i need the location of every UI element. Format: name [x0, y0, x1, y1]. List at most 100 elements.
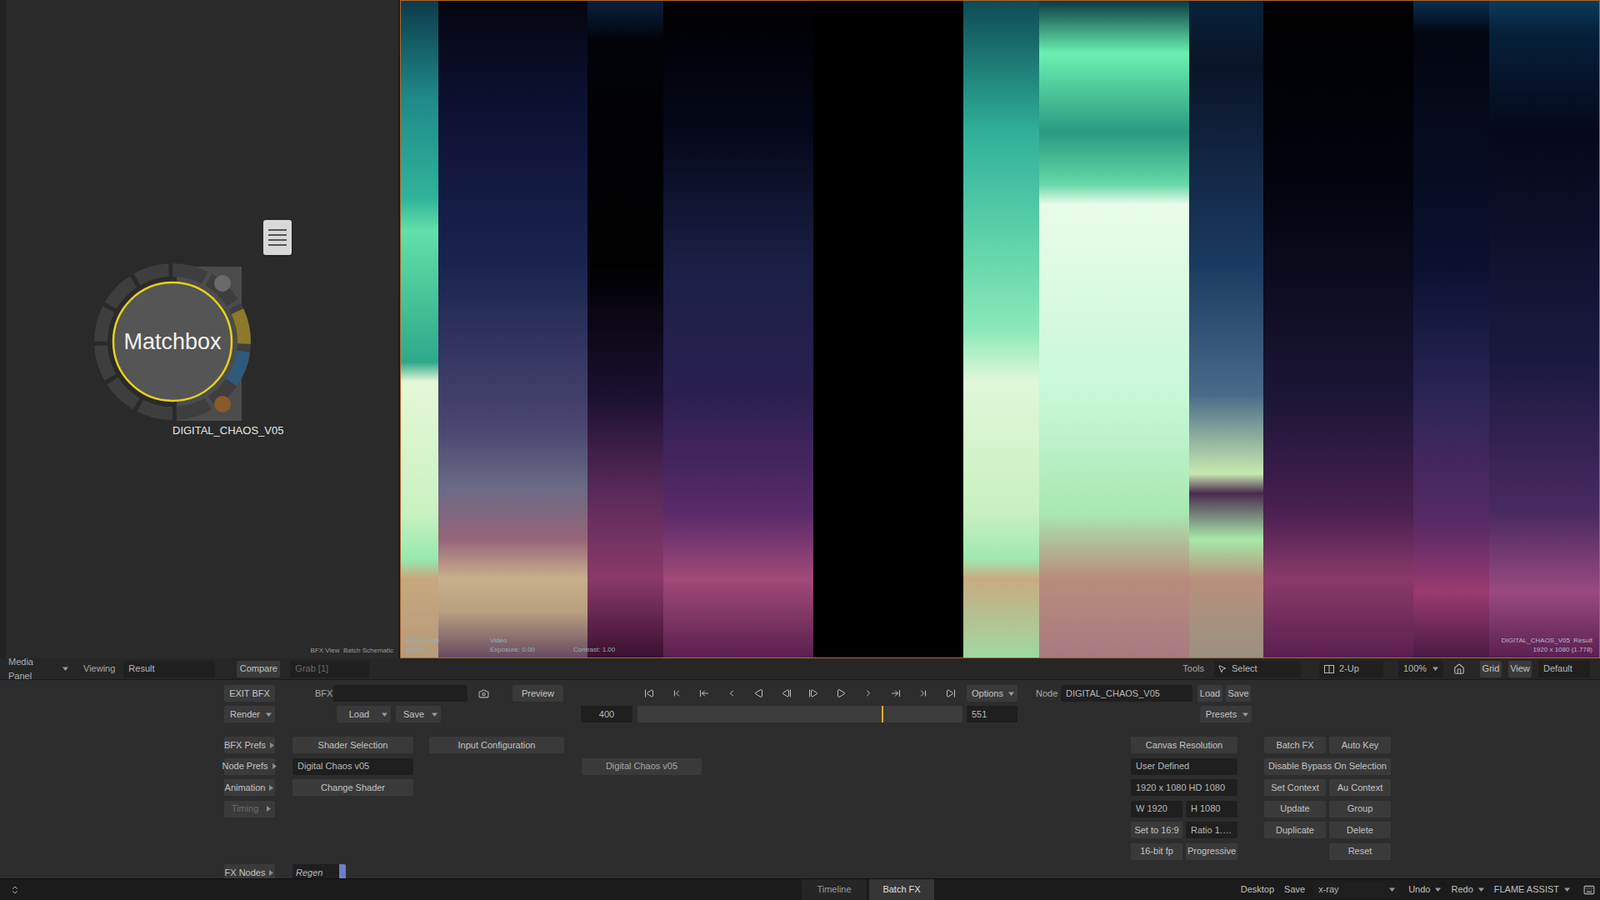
bottom-menu[interactable]: Redo: [1449, 882, 1485, 897]
shader-selection-button[interactable]: Shader Selection: [292, 736, 414, 754]
media-panel-menu[interactable]: Media Panel: [8, 655, 69, 683]
transport-button[interactable]: [829, 685, 853, 702]
canvas-preset-field[interactable]: User Defined: [1130, 758, 1238, 775]
video-frame-column: [1263, 0, 1414, 658]
caret-down-icon: [1389, 886, 1395, 893]
transport-button[interactable]: [856, 685, 880, 702]
caret-right-icon: [268, 870, 275, 876]
action-button[interactable]: Set Context: [1264, 779, 1326, 796]
render-button[interactable]: Render: [224, 705, 275, 723]
zoom-field[interactable]: 100%: [1398, 660, 1444, 678]
control-row: Render LoadSave 400 551 Presets: [0, 705, 1600, 723]
caret-down-icon: [1564, 886, 1570, 893]
viewer[interactable]: RGB ModeActiveVideoExposure: 0.00Contras…: [400, 0, 1600, 659]
snapshot-button[interactable]: [475, 685, 492, 702]
tools-label: Tools: [1182, 663, 1205, 675]
step-forward-icon: [808, 688, 819, 699]
transport-button[interactable]: [775, 685, 799, 702]
view-button[interactable]: View: [1508, 660, 1532, 678]
scan-mode-button[interactable]: Progressive: [1185, 843, 1238, 860]
view-mode-field[interactable]: Default: [1538, 660, 1590, 678]
disable-bypass-button[interactable]: Disable Bypass On Selection: [1264, 758, 1391, 775]
canvas-height-field[interactable]: H 1080: [1185, 800, 1238, 818]
presets-button[interactable]: Presets: [1200, 705, 1252, 723]
control-columns: BFX PrefsNode PrefsAnimationTimingFX Nod…: [0, 736, 1600, 881]
matchbox-node[interactable]: Matchbox: [93, 262, 252, 421]
keyboard-icon[interactable]: [1583, 884, 1595, 896]
transport-button[interactable]: [801, 685, 825, 702]
bottom-menu[interactable]: Undo: [1406, 882, 1443, 897]
next-frame-icon: [863, 688, 874, 699]
canvas-resolution-button[interactable]: Canvas Resolution: [1130, 736, 1238, 754]
exit-bfx-button[interactable]: EXIT BFX: [224, 685, 275, 702]
node-load-button[interactable]: Load: [1197, 685, 1223, 702]
caret-down-icon: [431, 711, 438, 718]
grab-field: Grab [1]: [290, 660, 370, 678]
input-column: Input Configuration: [429, 736, 565, 881]
select-tool[interactable]: Select: [1214, 660, 1301, 678]
change-shader-button[interactable]: Change Shader: [292, 779, 414, 796]
flame-app: MatchboxDIGITAL_CHAOS_V05BFX View Batch …: [0, 0, 1600, 900]
menu-button[interactable]: Animation: [224, 779, 275, 796]
canvas-format-field[interactable]: 1920 x 1080 HD 1080: [1130, 779, 1238, 796]
transport-button[interactable]: [884, 685, 908, 702]
transport-button[interactable]: [911, 685, 935, 702]
bottom-tab[interactable]: Timeline: [801, 879, 867, 900]
reset-button[interactable]: Reset: [1329, 843, 1391, 860]
menu-button[interactable]: BFX Prefs: [224, 736, 275, 754]
timeline-slider[interactable]: [637, 705, 963, 723]
control-row: EXIT BFXBFXPreviewOptionsNodeDIGITAL_CHA…: [0, 685, 1600, 702]
bfx-field[interactable]: [333, 685, 468, 702]
save-button[interactable]: Save: [395, 705, 441, 723]
bottom-button[interactable]: Desktop: [1239, 882, 1276, 897]
action-button[interactable]: Delete: [1329, 821, 1391, 839]
action-button[interactable]: Batch FX: [1264, 736, 1326, 754]
shader-tab[interactable]: Digital Chaos v05: [581, 758, 702, 775]
action-button[interactable]: Group: [1329, 800, 1391, 818]
shader-name-field[interactable]: Digital Chaos v05: [292, 758, 414, 775]
preview-button[interactable]: Preview: [512, 685, 564, 702]
compare-button[interactable]: Compare: [236, 660, 280, 678]
bit-depth-button[interactable]: 16-bit fp: [1130, 843, 1183, 860]
grid-button[interactable]: Grid: [1480, 660, 1502, 678]
overlay-item: Contrast: 1.00: [573, 635, 657, 655]
load-button[interactable]: Load: [336, 705, 391, 723]
bottom-actions: Desktop Save x-ray Undo Redo FLAME ASSIST: [1239, 881, 1595, 899]
transport-button[interactable]: [720, 685, 744, 702]
home-icon[interactable]: [1453, 663, 1465, 675]
layout-button[interactable]: 2-Up: [1319, 660, 1384, 678]
bottom-menu[interactable]: FLAME ASSIST: [1492, 882, 1572, 897]
viewing-field[interactable]: Result: [123, 660, 215, 678]
canvas-column: Canvas Resolution User Defined 1920 x 1080…: [1130, 736, 1238, 881]
transport-button[interactable]: [692, 685, 716, 702]
action-button[interactable]: Duplicate: [1264, 821, 1326, 839]
transport-button[interactable]: [747, 685, 771, 702]
bottom-button[interactable]: Save: [1282, 882, 1307, 897]
note-icon[interactable]: [262, 219, 296, 260]
action-button[interactable]: Au Context: [1329, 779, 1391, 796]
set-ratio-button[interactable]: Set to 16:9: [1130, 821, 1183, 839]
workspace: MatchboxDIGITAL_CHAOS_V05BFX View Batch …: [0, 0, 1600, 659]
node-save-button[interactable]: Save: [1225, 685, 1251, 702]
bottom-field[interactable]: x-ray: [1313, 881, 1400, 899]
node-field[interactable]: DIGITAL_CHAOS_V05: [1060, 685, 1193, 702]
transport-button[interactable]: [637, 685, 661, 702]
expand-icon[interactable]: [10, 885, 20, 895]
menu-button[interactable]: Node Prefs: [224, 758, 275, 775]
schematic-panel[interactable]: MatchboxDIGITAL_CHAOS_V05BFX View Batch …: [0, 0, 399, 659]
transport-button[interactable]: [939, 685, 963, 702]
menu-button: Timing: [224, 800, 275, 818]
start-frame-field[interactable]: 400: [580, 705, 633, 723]
transport-button[interactable]: [665, 685, 689, 702]
ratio-field[interactable]: Ratio 1.778: [1185, 821, 1238, 839]
action-button[interactable]: Auto Key: [1329, 736, 1391, 754]
caret-down-icon: [1478, 886, 1485, 893]
action-button[interactable]: Update: [1264, 800, 1326, 818]
playhead[interactable]: [881, 705, 884, 723]
input-configuration-button[interactable]: Input Configuration: [429, 736, 565, 754]
caret-down-icon: [1432, 665, 1439, 672]
end-frame-field[interactable]: 551: [966, 705, 1018, 723]
options-button[interactable]: Options: [966, 685, 1018, 702]
bottom-tab[interactable]: Batch FX: [869, 879, 935, 900]
canvas-width-field[interactable]: W 1920: [1130, 800, 1183, 818]
